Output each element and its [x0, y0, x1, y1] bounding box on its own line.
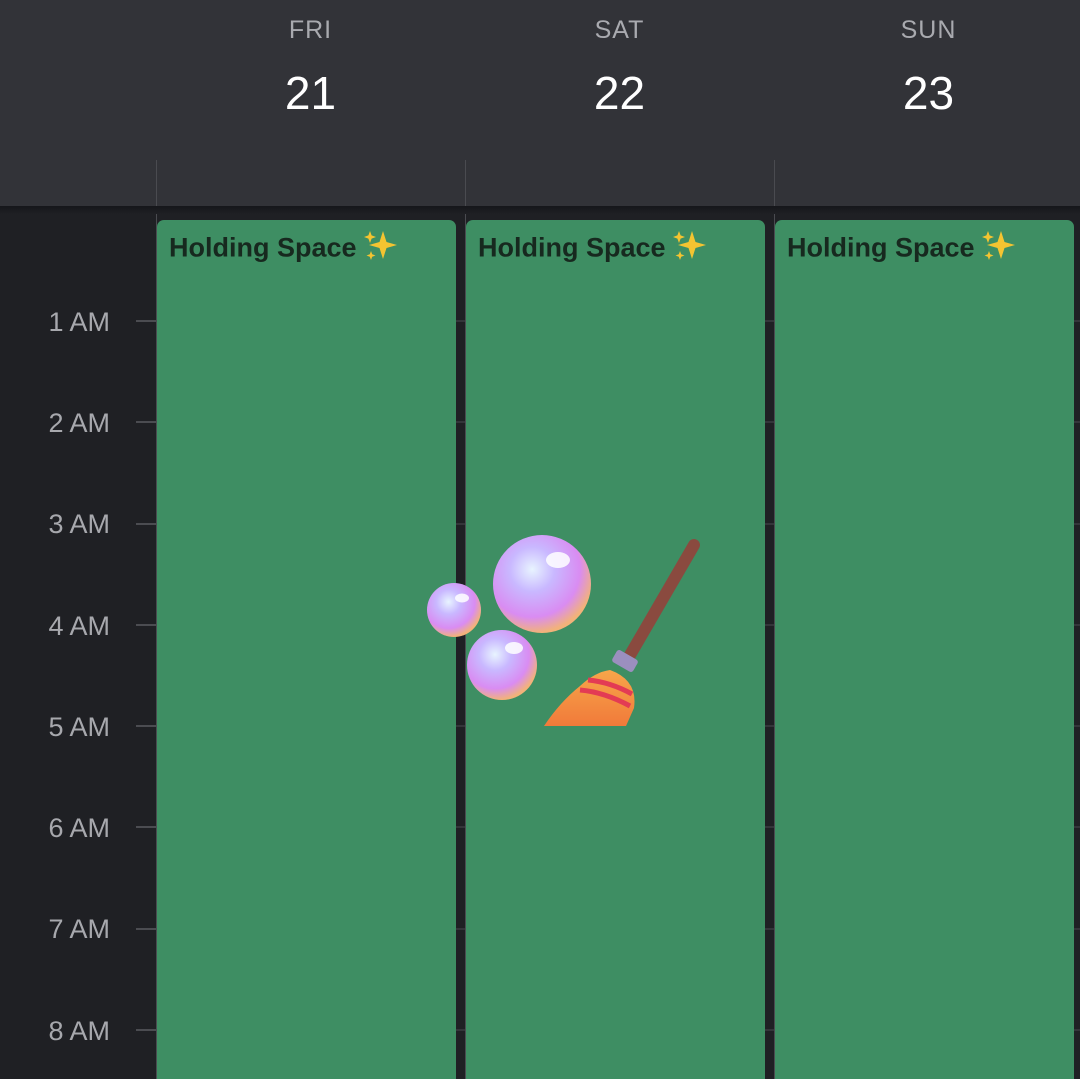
broom-icon: [544, 539, 700, 726]
hour-tick: [136, 928, 156, 930]
hour-label: 2 AM: [48, 408, 110, 438]
event-title: Holding Space: [169, 232, 357, 263]
column-divider: [156, 160, 157, 206]
calendar-header: FRI 21 SAT 22 SUN 23: [0, 0, 1080, 206]
hour-label: 1 AM: [48, 307, 110, 337]
hour-label: 7 AM: [48, 914, 110, 944]
hour-tick: [136, 320, 156, 322]
hour-label: 3 AM: [48, 509, 110, 539]
hour-label: 4 AM: [48, 611, 110, 641]
calendar-week-view: FRI 21 SAT 22 SUN 23 1 AM 2 AM 3 AM 4 AM…: [0, 0, 1080, 1079]
hour-label: 8 AM: [48, 1016, 110, 1046]
hour-tick: [136, 826, 156, 828]
header-shadow: [0, 206, 1080, 214]
hour-tick: [136, 624, 156, 626]
day-number: 22: [593, 67, 646, 119]
event-title-row: Holding Space: [478, 229, 753, 270]
day-name: SAT: [594, 16, 645, 44]
hour-tick: [136, 1029, 156, 1031]
day-name: SUN: [900, 16, 957, 44]
hour-label: 5 AM: [48, 712, 110, 742]
day-header-sun[interactable]: SUN 23: [774, 0, 1080, 206]
event-block-fri[interactable]: Holding Space: [157, 220, 456, 1079]
hour-tick: [136, 523, 156, 525]
event-title-row: Holding Space: [169, 229, 444, 270]
event-block-sun[interactable]: Holding Space: [775, 220, 1074, 1079]
sparkles-icon: [672, 229, 708, 270]
day-number: 21: [284, 67, 337, 119]
hour-tick: [136, 725, 156, 727]
event-title-row: Holding Space: [787, 229, 1062, 270]
event-title: Holding Space: [478, 232, 666, 263]
sparkles-icon: [981, 229, 1017, 270]
day-number: 23: [902, 67, 955, 119]
hour-label: 6 AM: [48, 813, 110, 843]
sparkles-icon: [363, 229, 399, 270]
day-header-fri[interactable]: FRI 21: [156, 0, 465, 206]
column-divider: [774, 160, 775, 206]
column-divider: [465, 160, 466, 206]
cleanup-overlay: [420, 530, 710, 740]
day-header-sat[interactable]: SAT 22: [465, 0, 774, 206]
day-name: FRI: [288, 16, 333, 44]
hour-tick: [136, 421, 156, 423]
event-title: Holding Space: [787, 232, 975, 263]
